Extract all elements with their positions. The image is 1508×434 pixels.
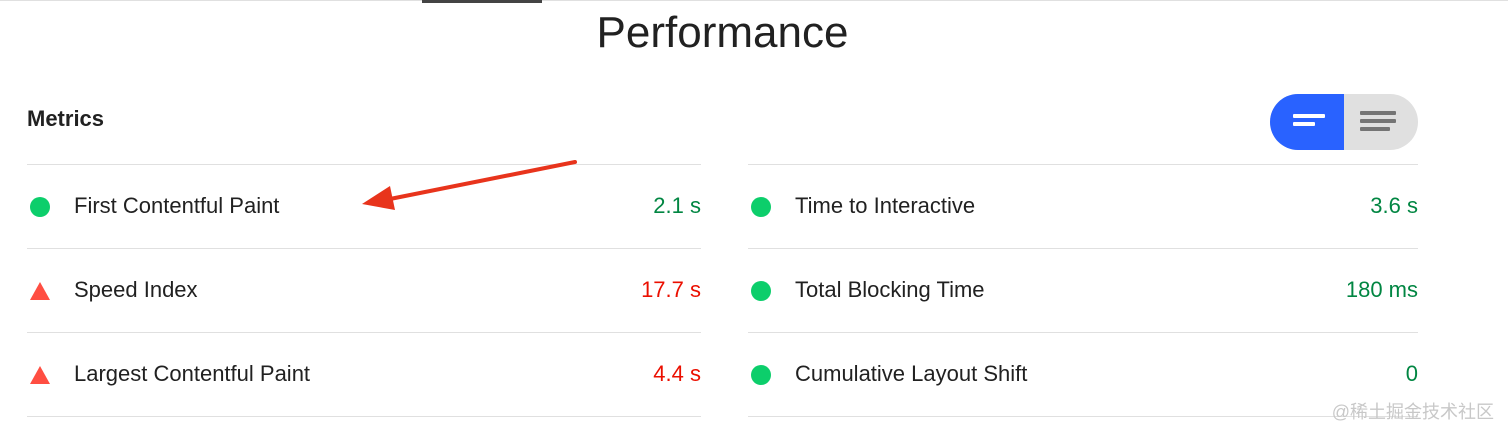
annotation-arrow-icon: [362, 160, 577, 210]
watermark: @稀土掘金技术社区: [1331, 402, 1494, 422]
